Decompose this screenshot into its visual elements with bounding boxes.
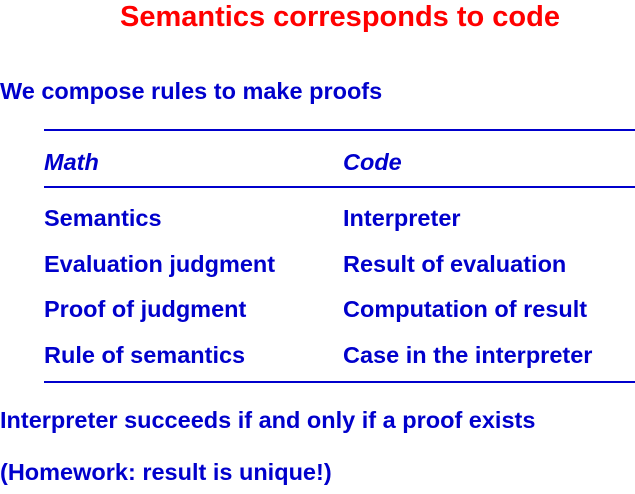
table-cell-code: Result of evaluation [343, 251, 567, 277]
table-top-rule [44, 129, 635, 131]
table-cell-math: Proof of judgment [44, 296, 247, 322]
conclusion-text: Interpreter succeeds if and only if a pr… [0, 407, 536, 433]
table-bottom-rule [44, 381, 635, 383]
header-code: Code [343, 149, 402, 175]
table-cell-code: Computation of result [343, 296, 588, 322]
table-cell-math: Evaluation judgment [44, 251, 276, 277]
slide-title: Semantics corresponds to code [120, 1, 560, 33]
table-cell-code: Interpreter [343, 205, 461, 231]
table-cell-code: Case in the interpreter [343, 342, 593, 368]
homework-note: (Homework: result is unique!) [0, 459, 332, 485]
intro-text: We compose rules to make proofs [0, 78, 383, 104]
table-header-rule [44, 186, 635, 188]
table-cell-math: Rule of semantics [44, 342, 246, 368]
table-cell-math: Semantics [44, 205, 162, 231]
header-math: Math [44, 149, 99, 175]
